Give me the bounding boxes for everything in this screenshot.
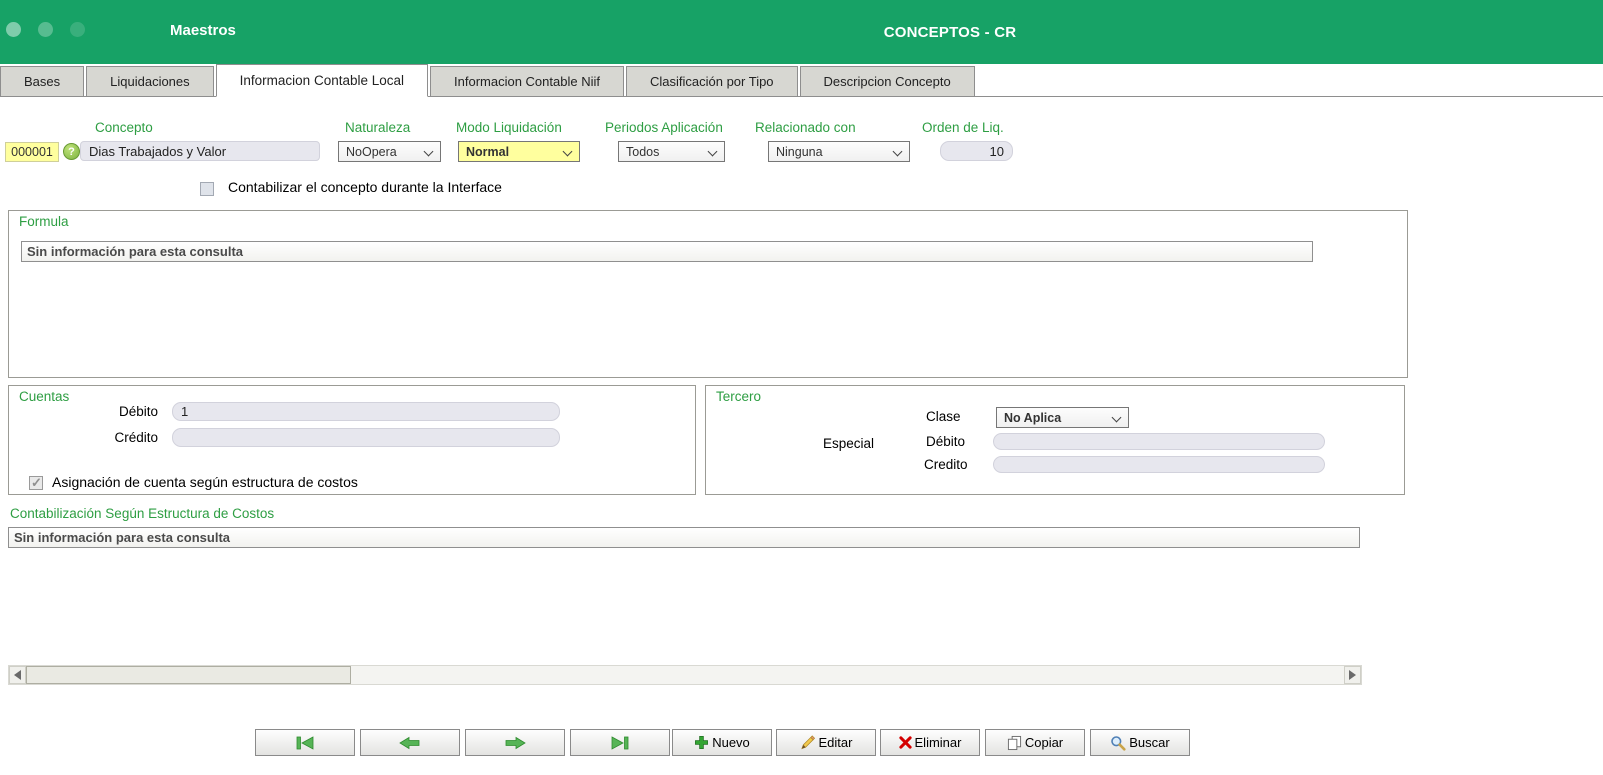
- page-title: CONCEPTOS - CR: [820, 24, 1080, 41]
- editar-button-label: Editar: [819, 735, 853, 750]
- orden-liq-input[interactable]: [940, 141, 1013, 161]
- tercero-credito-input[interactable]: [993, 456, 1325, 473]
- cuentas-credito-input[interactable]: [172, 428, 560, 447]
- relacionado-con-select-value: Ninguna: [776, 145, 823, 159]
- orden-liq-label: Orden de Liq.: [922, 120, 1004, 135]
- buscar-button-label: Buscar: [1129, 735, 1169, 750]
- tab-informacion-contable-local[interactable]: Informacion Contable Local: [216, 64, 428, 97]
- especial-label: Especial: [823, 436, 874, 451]
- copiar-button-label: Copiar: [1025, 735, 1063, 750]
- triangle-right-icon: [1349, 670, 1356, 680]
- scroll-right-button[interactable]: [1344, 666, 1361, 684]
- naturaleza-select[interactable]: NoOpera: [338, 141, 441, 162]
- horizontal-scrollbar[interactable]: [8, 665, 1362, 685]
- cuentas-credito-label: Crédito: [109, 430, 158, 445]
- tab-bases[interactable]: Bases: [0, 66, 84, 96]
- next-record-icon: [503, 736, 527, 750]
- app-title: Maestros: [170, 22, 236, 39]
- tercero-debito-input[interactable]: [993, 433, 1325, 450]
- pencil-icon: [800, 735, 816, 750]
- tercero-group: Tercero Clase No Aplica Especial Débito …: [705, 385, 1405, 495]
- asignacion-costos-label: Asignación de cuenta según estructura de…: [52, 474, 358, 490]
- nav-next-button[interactable]: [465, 729, 565, 756]
- conceptos-window: Maestros CONCEPTOS - CR Bases Liquidacio…: [0, 0, 1603, 775]
- cuentas-debito-input[interactable]: [172, 402, 560, 421]
- clase-label: Clase: [926, 409, 961, 424]
- concepto-input[interactable]: [80, 141, 320, 161]
- relacionado-con-label: Relacionado con: [755, 120, 856, 135]
- concepto-code-field[interactable]: 000001: [5, 142, 59, 162]
- cuentas-group: Cuentas Débito Crédito Asignación de cue…: [8, 385, 696, 495]
- tab-bar: Bases Liquidaciones Informacion Contable…: [0, 64, 1603, 97]
- header-dot-1-icon: [6, 22, 21, 37]
- copy-icon: [1007, 735, 1022, 751]
- nav-first-button[interactable]: [255, 729, 355, 756]
- tab-clasificacion-por-tipo[interactable]: Clasificación por Tipo: [626, 66, 798, 96]
- eliminar-button[interactable]: Eliminar: [880, 729, 980, 756]
- nuevo-button-label: Nuevo: [712, 735, 750, 750]
- delete-x-icon: [899, 736, 912, 749]
- formula-title: Formula: [19, 214, 69, 229]
- chevron-down-icon: [1112, 413, 1122, 423]
- prev-record-icon: [398, 736, 422, 750]
- header-dot-3-icon: [70, 22, 85, 37]
- tab-descripcion-concepto[interactable]: Descripcion Concepto: [800, 66, 975, 96]
- eliminar-button-label: Eliminar: [915, 735, 962, 750]
- nav-prev-button[interactable]: [360, 729, 460, 756]
- modo-liquidacion-select-value: Normal: [466, 145, 509, 159]
- editar-button[interactable]: Editar: [776, 729, 876, 756]
- nav-last-button[interactable]: [570, 729, 670, 756]
- contabilizar-label: Contabilizar el concepto durante la Inte…: [228, 179, 502, 195]
- chevron-down-icon: [893, 147, 903, 157]
- help-icon[interactable]: [63, 143, 80, 160]
- plus-icon: [694, 735, 709, 750]
- copiar-button[interactable]: Copiar: [985, 729, 1085, 756]
- triangle-left-icon: [14, 670, 21, 680]
- periodos-aplicacion-select-value: Todos: [626, 145, 659, 159]
- chevron-down-icon: [708, 147, 718, 157]
- tercero-debito-label: Débito: [926, 434, 965, 449]
- modo-liquidacion-select[interactable]: Normal: [458, 141, 580, 162]
- tab-liquidaciones[interactable]: Liquidaciones: [86, 66, 214, 96]
- last-record-icon: [607, 736, 633, 750]
- naturaleza-select-value: NoOpera: [346, 145, 397, 159]
- tercero-credito-label: Credito: [924, 457, 968, 472]
- header-dot-2-icon: [38, 22, 53, 37]
- formula-empty-header: Sin información para esta consulta: [21, 241, 1313, 262]
- chevron-down-icon: [563, 147, 573, 157]
- contabilizar-checkbox[interactable]: [200, 182, 214, 196]
- cuentas-debito-label: Débito: [112, 404, 158, 419]
- periodos-aplicacion-label: Periodos Aplicación: [605, 120, 723, 135]
- clase-select[interactable]: No Aplica: [996, 407, 1129, 428]
- costos-empty-header: Sin información para esta consulta: [8, 527, 1360, 548]
- chevron-down-icon: [424, 147, 434, 157]
- asignacion-costos-checkbox[interactable]: [29, 476, 43, 490]
- search-icon: [1110, 735, 1126, 751]
- scroll-left-button[interactable]: [9, 666, 26, 684]
- clase-select-value: No Aplica: [1004, 411, 1061, 425]
- first-record-icon: [292, 736, 318, 750]
- scrollbar-thumb[interactable]: [26, 666, 351, 684]
- modo-liquidacion-label: Modo Liquidación: [456, 120, 562, 135]
- concepto-label: Concepto: [95, 120, 153, 135]
- cuentas-title: Cuentas: [19, 389, 69, 404]
- costos-title: Contabilización Según Estructura de Cost…: [10, 506, 274, 521]
- periodos-aplicacion-select[interactable]: Todos: [618, 141, 725, 162]
- relacionado-con-select[interactable]: Ninguna: [768, 141, 910, 162]
- tab-informacion-contable-niif[interactable]: Informacion Contable Niif: [430, 66, 624, 96]
- nuevo-button[interactable]: Nuevo: [672, 729, 772, 756]
- formula-group: Formula Sin información para esta consul…: [8, 210, 1408, 378]
- naturaleza-label: Naturaleza: [345, 120, 410, 135]
- header: Maestros CONCEPTOS - CR: [0, 0, 1603, 64]
- tercero-title: Tercero: [716, 389, 761, 404]
- buscar-button[interactable]: Buscar: [1090, 729, 1190, 756]
